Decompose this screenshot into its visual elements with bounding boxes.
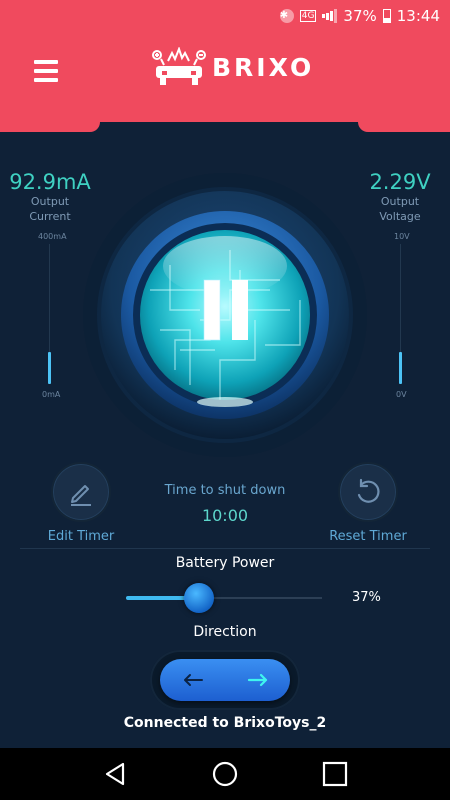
battery-power-percent: 37% — [352, 590, 381, 605]
current-meter-fill — [48, 351, 51, 384]
direction-left-button[interactable] — [160, 659, 225, 701]
direction-toggle — [150, 650, 300, 710]
timer-value: 10:00 — [201, 506, 249, 525]
edit-timer-label: Edit Timer — [47, 529, 115, 544]
header-tabs — [0, 120, 450, 134]
output-voltage-label-2: Voltage — [379, 210, 421, 223]
navigation-bar — [0, 748, 450, 800]
battery-power-slider[interactable] — [126, 583, 322, 613]
network-4g-icon: 4G — [299, 10, 317, 22]
output-voltage-readout: 2.29V Output Voltage — [358, 170, 442, 224]
direction-right-button[interactable] — [225, 659, 290, 701]
arrow-right-icon — [247, 673, 267, 687]
status-bar: ✱ 4G 37% 13:44 — [0, 0, 450, 32]
battery-icon — [382, 9, 391, 23]
direction-toggle-pill — [160, 659, 290, 701]
voltage-max-label: 10V — [394, 232, 410, 241]
reset-timer-label: Reset Timer — [329, 529, 407, 544]
output-voltage-value: 2.29V — [369, 170, 431, 194]
arrow-left-icon — [183, 674, 203, 686]
clock: 13:44 — [396, 7, 440, 25]
voltage-meter-fill — [399, 351, 402, 384]
power-knob[interactable] — [80, 170, 370, 460]
robot-logo-icon — [152, 47, 206, 85]
connection-status: Connected to BrixoToys_2 — [123, 715, 327, 731]
battery-percent: 37% — [343, 7, 377, 25]
back-icon[interactable] — [95, 754, 135, 794]
current-meter — [48, 244, 51, 384]
voltage-meter — [399, 244, 402, 384]
logo-text: BRIXO — [212, 52, 315, 82]
hamburger-menu-icon[interactable] — [34, 60, 58, 82]
reset-timer-button[interactable] — [338, 462, 398, 522]
pencil-icon — [71, 485, 91, 506]
home-icon[interactable] — [205, 754, 245, 794]
direction-title: Direction — [193, 624, 257, 640]
current-max-label: 400mA — [38, 232, 67, 241]
recents-icon[interactable] — [315, 754, 355, 794]
signal-icon — [322, 9, 338, 23]
output-voltage-label-1: Output — [380, 195, 420, 208]
battery-power-slider-thumb[interactable] — [183, 583, 214, 613]
power-knob-graphic — [83, 173, 367, 457]
header-tab-left — [0, 120, 100, 132]
battery-power-title: Battery Power — [175, 555, 275, 571]
timer-title: Time to shut down — [164, 483, 286, 498]
reset-icon — [357, 478, 380, 503]
current-min-label: 0mA — [42, 390, 61, 399]
brixo-logo: BRIXO — [150, 47, 314, 87]
divider — [20, 548, 430, 549]
voltage-min-label: 0V — [396, 390, 407, 399]
header-tab-right — [358, 120, 450, 132]
edit-timer-button[interactable] — [51, 462, 111, 522]
bluetooth-icon: ✱ — [279, 9, 294, 23]
